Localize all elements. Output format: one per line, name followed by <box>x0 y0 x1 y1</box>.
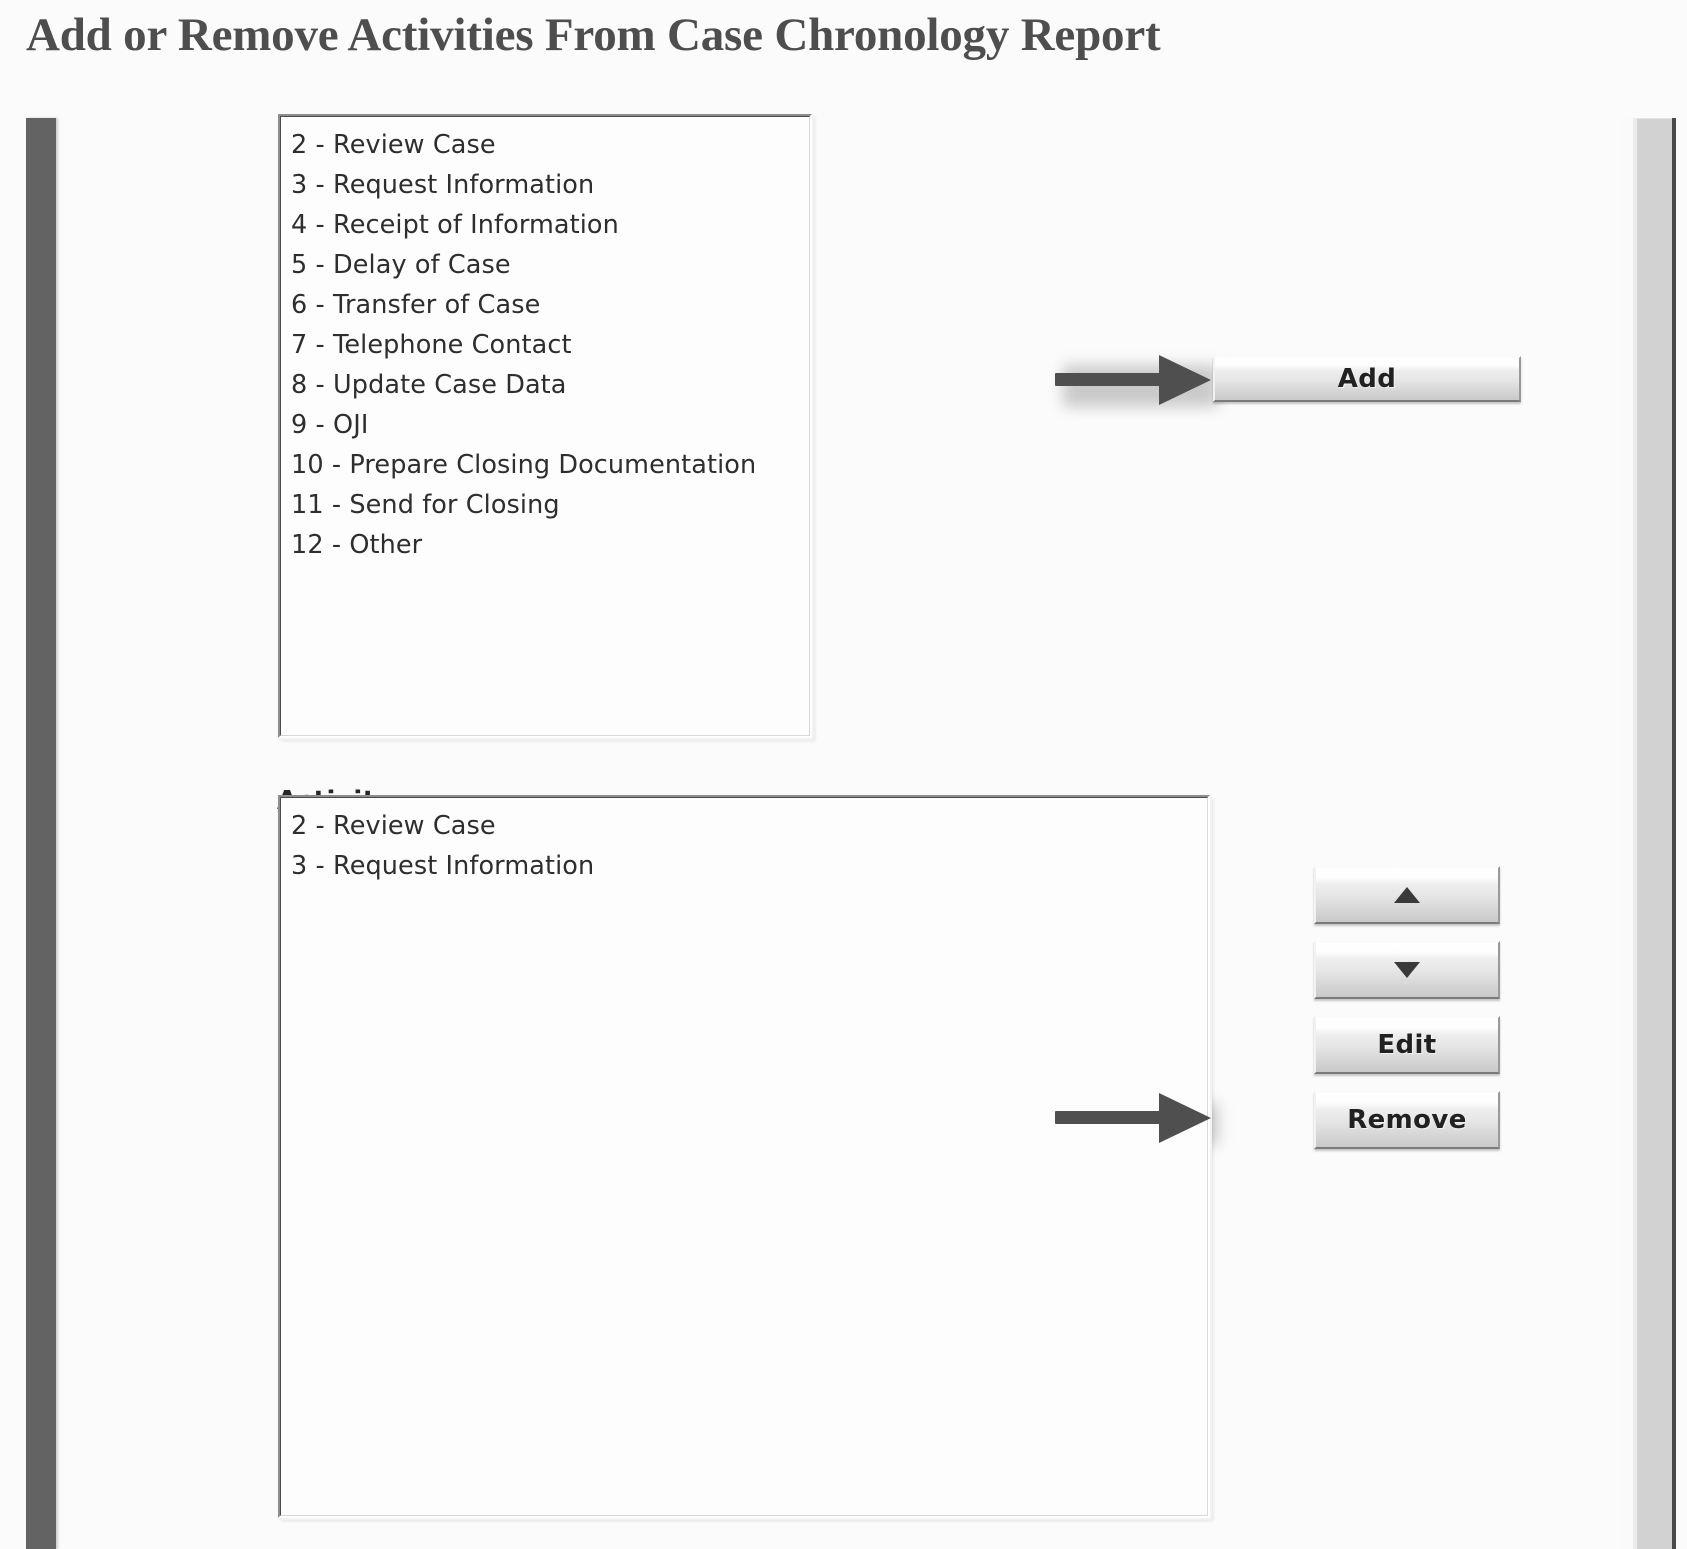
edit-button-label: Edit <box>1377 1030 1437 1060</box>
list-item[interactable]: 3 - Request Information <box>291 846 1207 886</box>
list-item[interactable]: 6 - Transfer of Case <box>291 285 809 325</box>
move-up-button[interactable] <box>1314 866 1500 924</box>
edit-button[interactable]: Edit <box>1314 1016 1500 1074</box>
arrow-shaft <box>1055 373 1167 386</box>
activity-master-listbox-inner[interactable]: 2 - Review Case 3 - Request Information … <box>280 116 810 736</box>
scrollbar-thumb[interactable] <box>1637 118 1672 1549</box>
activity-master-listbox[interactable]: 2 - Review Case 3 - Request Information … <box>278 114 812 738</box>
triangle-up-icon <box>1394 887 1420 903</box>
list-item[interactable]: 3 - Request Information <box>291 165 809 205</box>
left-edge-rail <box>26 118 56 1549</box>
list-item[interactable]: 2 - Review Case <box>291 806 1207 846</box>
scrollbar-track[interactable] <box>1633 118 1676 1549</box>
list-item[interactable]: 5 - Delay of Case <box>291 245 809 285</box>
selected-activities-listbox-inner[interactable]: 2 - Review Case 3 - Request Information <box>280 797 1208 1516</box>
list-item[interactable]: 8 - Update Case Data <box>291 365 809 405</box>
remove-button-label: Remove <box>1347 1105 1467 1135</box>
arrow-head <box>1159 1093 1211 1143</box>
list-item[interactable]: 4 - Receipt of Information <box>291 205 809 245</box>
page-title: Add or Remove Activities From Case Chron… <box>26 9 1161 61</box>
selected-activities-listbox[interactable]: 2 - Review Case 3 - Request Information <box>278 795 1210 1518</box>
triangle-down-icon <box>1394 962 1420 978</box>
list-item[interactable]: 9 - OJI <box>291 405 809 445</box>
list-item[interactable]: 2 - Review Case <box>291 125 809 165</box>
list-item[interactable]: 10 - Prepare Closing Documentation <box>291 445 809 485</box>
arrow-head <box>1159 355 1211 405</box>
arrow-shaft <box>1055 1111 1167 1124</box>
move-down-button[interactable] <box>1314 941 1500 999</box>
remove-annotation-arrow-icon <box>1055 1093 1218 1145</box>
remove-button[interactable]: Remove <box>1314 1091 1500 1149</box>
list-item[interactable]: 11 - Send for Closing <box>291 485 809 525</box>
add-annotation-arrow-icon <box>1055 355 1218 407</box>
list-item[interactable]: 12 - Other <box>291 525 809 565</box>
list-item[interactable]: 7 - Telephone Contact <box>291 325 809 365</box>
add-button[interactable]: Add <box>1213 356 1521 402</box>
vertical-scrollbar[interactable] <box>1620 118 1678 1549</box>
add-button-label: Add <box>1337 364 1397 394</box>
